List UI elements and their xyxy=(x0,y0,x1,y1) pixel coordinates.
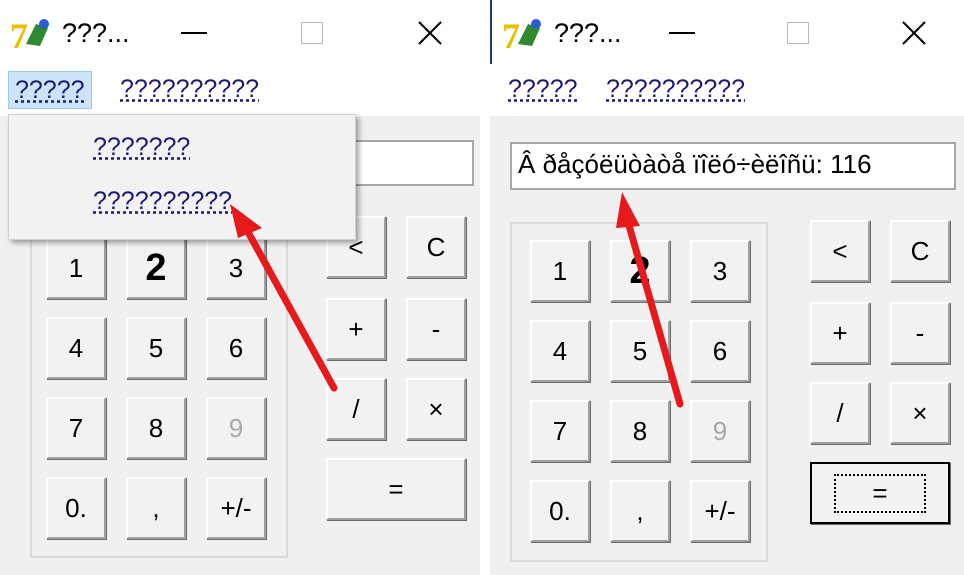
arrow-right-line xyxy=(624,218,684,408)
arrow-left-line xyxy=(244,228,338,392)
arrow-right-head xyxy=(616,192,640,228)
arrow-left-head xyxy=(230,204,262,238)
annotation-arrows xyxy=(230,192,684,408)
